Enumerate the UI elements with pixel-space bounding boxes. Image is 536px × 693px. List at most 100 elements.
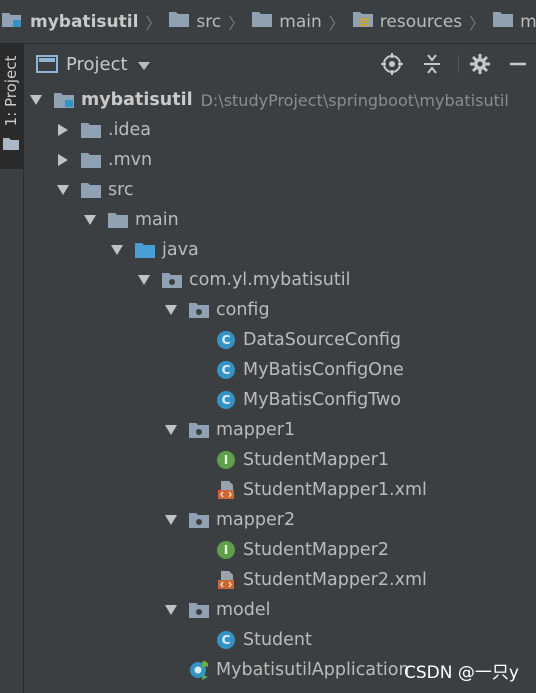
project-tool-tab-label[interactable]: 1: Project (0, 41, 22, 141)
breadcrumb-label: resources (379, 11, 463, 32)
tree-node[interactable]: mybatisutil D:\studyProject\springboot\my… (24, 85, 536, 115)
caret-down-icon[interactable] (137, 55, 150, 74)
tree-node[interactable]: .idea (24, 115, 536, 145)
tree-node-label: StudentMapper2.xml (243, 570, 427, 590)
tree-node[interactable]: C Student (24, 625, 536, 655)
tree-node-label: src (108, 180, 134, 200)
module-path: D:\studyProject\springboot\mybatisutil (200, 90, 509, 110)
folder-icon (251, 10, 273, 33)
chevron-right-icon: 〉 (469, 13, 486, 33)
expand-arrow-down-icon[interactable] (83, 213, 97, 227)
breadcrumb-item-main[interactable]: main (251, 0, 322, 43)
breadcrumb-item-mapper[interactable]: mapper (492, 0, 536, 43)
chevron-right-icon: 〉 (328, 13, 345, 33)
class-icon: C (215, 630, 237, 650)
interface-icon: I (215, 450, 237, 470)
expand-arrow-down-icon[interactable] (164, 303, 178, 317)
expand-arrow-down-icon[interactable] (110, 243, 124, 257)
xml-file-icon (215, 480, 237, 500)
breadcrumb-label: mybatisutil (30, 11, 139, 32)
tree-node[interactable]: java (24, 235, 536, 265)
tree-node[interactable]: com.yl.mybatisutil (24, 265, 536, 295)
breadcrumb: mybatisutil 〉 src 〉 main 〉 resources 〉 m… (0, 0, 536, 44)
package-icon (188, 600, 210, 620)
folder-icon (80, 120, 102, 140)
tree-node-label: mybatisutil (81, 90, 193, 110)
panel-title[interactable]: Project (66, 54, 128, 75)
package-icon (188, 420, 210, 440)
expand-arrow-down-icon[interactable] (164, 423, 178, 437)
tree-node[interactable]: config (24, 295, 536, 325)
chevron-right-icon: 〉 (228, 13, 245, 33)
tree-node[interactable]: main (24, 205, 536, 235)
folder-icon (492, 10, 514, 33)
class-icon: C (215, 390, 237, 410)
tree-node[interactable]: C MyBatisConfigOne (24, 355, 536, 385)
package-icon (188, 510, 210, 530)
expand-arrow-right-icon[interactable] (56, 153, 70, 167)
tree-node-label: .idea (108, 120, 152, 140)
tree-node-label: mapper2 (216, 510, 296, 530)
tree-node[interactable]: src (24, 175, 536, 205)
tree-node-label: DataSourceConfig (243, 330, 402, 350)
tree-node-label: main (135, 210, 179, 230)
spring-boot-app-icon (188, 660, 210, 680)
folder-icon (80, 150, 102, 170)
breadcrumb-item-mybatisutil[interactable]: mybatisutil (0, 0, 138, 43)
class-icon: C (215, 330, 237, 350)
source-folder-icon (134, 240, 156, 260)
watermark: CSDN @一只y (404, 663, 519, 683)
tree-node-label: config (216, 300, 270, 320)
tree-node[interactable]: I StudentMapper2 (24, 535, 536, 565)
folder-icon (80, 180, 102, 200)
tree-node[interactable]: I StudentMapper1 (24, 445, 536, 475)
tree-node[interactable]: C DataSourceConfig (24, 325, 536, 355)
gear-icon[interactable] (467, 51, 493, 77)
project-tree[interactable]: mybatisutil D:\studyProject\springboot\my… (24, 84, 536, 693)
tree-node-label: StudentMapper2 (243, 540, 390, 560)
expand-arrow-down-icon[interactable] (164, 603, 178, 617)
collapse-icon[interactable] (419, 51, 445, 77)
module-folder-icon (0, 9, 24, 34)
project-panel-header: Project (24, 44, 536, 85)
expand-arrow-down-icon[interactable] (29, 93, 43, 107)
class-icon: C (215, 360, 237, 380)
folder-icon (107, 210, 129, 230)
package-icon (188, 300, 210, 320)
tree-node[interactable]: StudentMapper1.xml (24, 475, 536, 505)
tree-node-label: MyBatisConfigOne (243, 360, 404, 380)
tree-node-label: MybatisutilApplication (216, 660, 410, 680)
tree-node-label: .mvn (108, 150, 153, 170)
tree-node-label: StudentMapper1 (243, 450, 390, 470)
tree-node[interactable]: C MyBatisConfigTwo (24, 385, 536, 415)
minimize-icon[interactable] (505, 51, 531, 77)
folder-icon (168, 10, 190, 33)
resources-folder-icon (352, 10, 374, 33)
breadcrumb-label: mapper (520, 11, 536, 32)
tree-node-label: java (162, 240, 199, 260)
module-folder-icon (53, 90, 75, 110)
tree-node-label: StudentMapper1.xml (243, 480, 427, 500)
header-divider (458, 54, 459, 74)
breadcrumb-label: src (196, 11, 222, 32)
tree-node[interactable]: .mvn (24, 145, 536, 175)
tree-node[interactable]: model (24, 595, 536, 625)
package-icon (161, 270, 183, 290)
tree-node-label: com.yl.mybatisutil (189, 270, 351, 290)
breadcrumb-item-resources[interactable]: resources (352, 0, 462, 43)
tree-node[interactable]: mapper1 (24, 415, 536, 445)
xml-file-icon (215, 570, 237, 590)
expand-arrow-down-icon[interactable] (56, 183, 70, 197)
tree-node[interactable]: mapper2 (24, 505, 536, 535)
interface-icon: I (215, 540, 237, 560)
tree-node-label: Student (243, 630, 312, 650)
expand-arrow-down-icon[interactable] (164, 513, 178, 527)
tree-node-label: mapper1 (216, 420, 296, 440)
folder-icon (2, 136, 20, 155)
locate-icon[interactable] (379, 51, 405, 77)
breadcrumb-label: main (279, 11, 322, 32)
expand-arrow-down-icon[interactable] (137, 273, 151, 287)
breadcrumb-item-src[interactable]: src (168, 0, 221, 43)
expand-arrow-right-icon[interactable] (56, 123, 70, 137)
tree-node[interactable]: StudentMapper2.xml (24, 565, 536, 595)
